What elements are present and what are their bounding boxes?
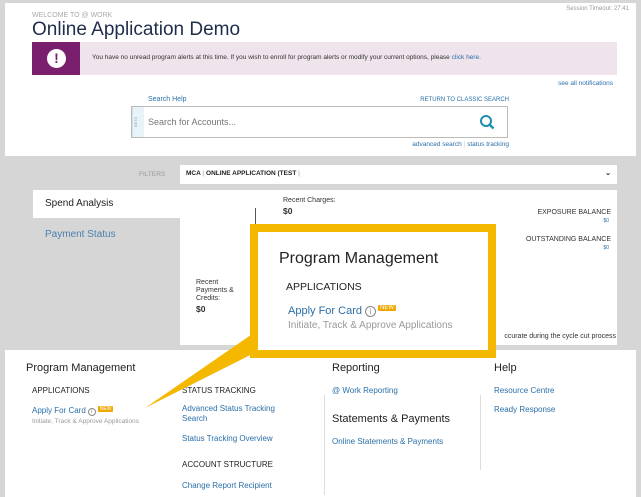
new-badge: NEW xyxy=(377,305,396,311)
callout-title: Program Management xyxy=(279,250,439,267)
callout-subtitle: Initiate, Track & Approve Applications xyxy=(288,320,453,331)
info-icon[interactable]: i xyxy=(364,306,376,317)
callout-section: APPLICATIONS xyxy=(286,281,362,293)
callout-apply-item: Apply For Card i NEW xyxy=(288,305,396,317)
callout-box: Program Management APPLICATIONS Apply Fo… xyxy=(250,224,496,358)
callout-apply-link[interactable]: Apply For Card xyxy=(288,305,362,317)
